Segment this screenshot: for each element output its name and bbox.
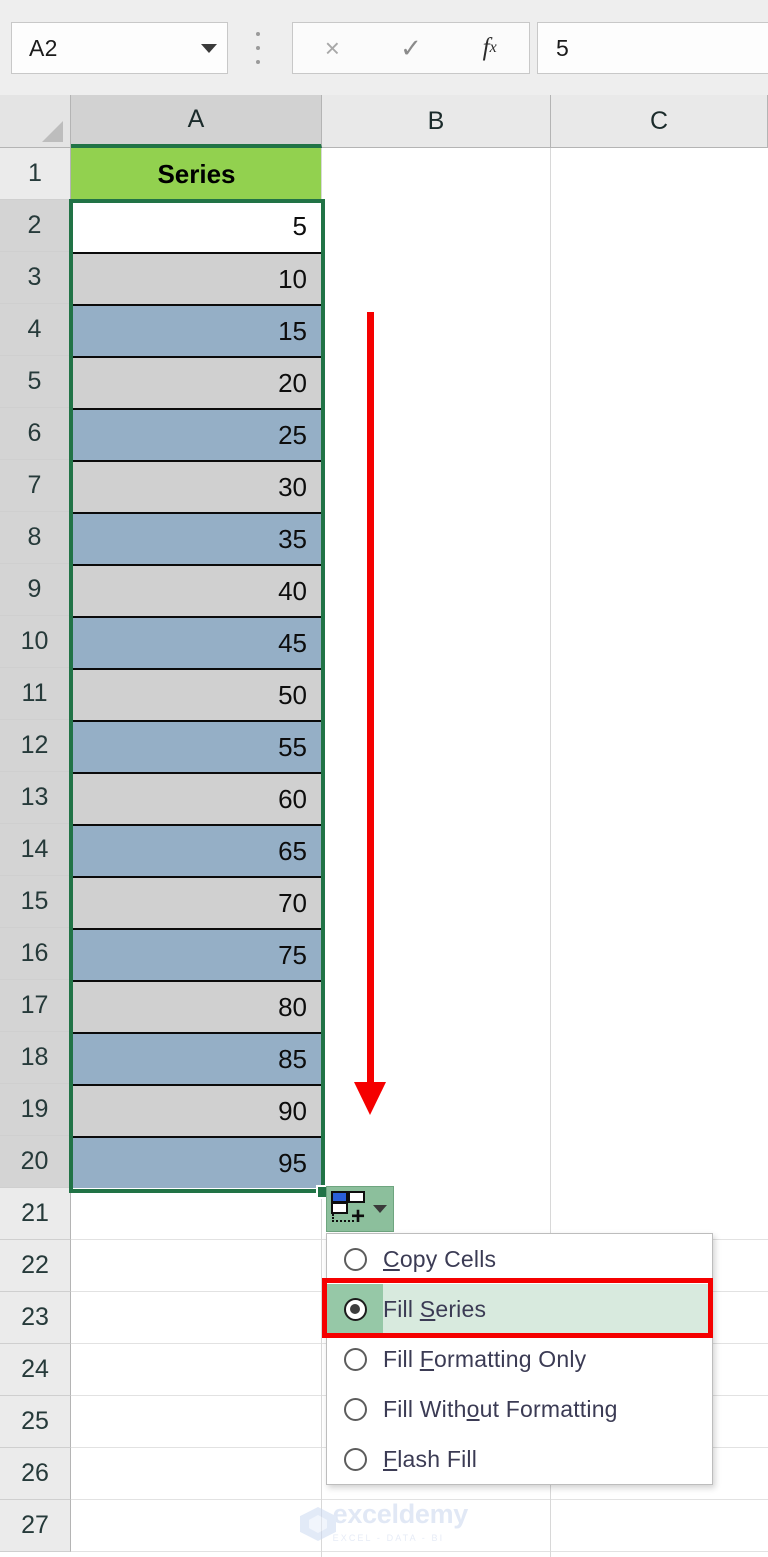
name-box-dropdown-icon[interactable]	[191, 43, 227, 53]
column-header-c[interactable]: C	[551, 95, 768, 148]
radio-gutter	[327, 1284, 383, 1334]
autofill-dropdown-icon[interactable]	[369, 1205, 391, 1213]
row-header-26[interactable]: 26	[0, 1448, 71, 1500]
cell-a10[interactable]: 45	[71, 616, 322, 668]
annotation-arrow-head	[354, 1082, 386, 1115]
name-box-value: A2	[29, 34, 58, 61]
menu-label-copy-cells: Copy Cells	[383, 1245, 497, 1272]
menu-label-fill-formatting-only: Fill Formatting Only	[383, 1345, 587, 1372]
row-header-21[interactable]: 21	[0, 1188, 71, 1240]
autofill-options-menu[interactable]: Copy Cells Fill Series Fill Formatting Onl…	[326, 1233, 713, 1485]
row-header-10[interactable]: 10	[0, 616, 71, 668]
cell-a3[interactable]: 10	[71, 252, 322, 304]
row-header-19[interactable]: 19	[0, 1084, 71, 1136]
cell-a17[interactable]: 80	[71, 980, 322, 1032]
menu-item-flash-fill[interactable]: Flash Fill	[327, 1434, 712, 1484]
chevron-down-icon	[201, 43, 217, 53]
row-header-27[interactable]: 27	[0, 1500, 71, 1552]
row-header-14[interactable]: 14	[0, 824, 71, 876]
column-header-b[interactable]: B	[322, 95, 551, 148]
menu-item-fill-series[interactable]: Fill Series	[327, 1284, 712, 1334]
row-header-7[interactable]: 7	[0, 460, 71, 512]
cell-a20[interactable]: 95	[71, 1136, 322, 1188]
menu-item-fill-formatting-only[interactable]: Fill Formatting Only	[327, 1334, 712, 1384]
formula-bar-strip: A2 × ✓ fx 5	[0, 0, 768, 95]
select-all-triangle-icon	[42, 121, 63, 142]
formula-action-buttons: × ✓ fx	[292, 22, 530, 74]
row-header-6[interactable]: 6	[0, 408, 71, 460]
menu-label-fill-series: Fill Series	[383, 1295, 487, 1322]
menu-label-flash-fill: Flash Fill	[383, 1445, 478, 1472]
radio-icon-fill-without-formatting[interactable]	[343, 1397, 367, 1421]
radio-gutter	[327, 1384, 383, 1434]
cell-a1-header[interactable]: Series	[71, 148, 322, 200]
cell-a16[interactable]: 75	[71, 928, 322, 980]
watermark-name: exceldemy	[332, 1498, 469, 1529]
radio-gutter	[327, 1334, 383, 1384]
cell-a19[interactable]: 90	[71, 1084, 322, 1136]
row-header-17[interactable]: 17	[0, 980, 71, 1032]
row-header-12[interactable]: 12	[0, 720, 71, 772]
row-header-24[interactable]: 24	[0, 1344, 71, 1396]
row-header-22[interactable]: 22	[0, 1240, 71, 1292]
cell-a15[interactable]: 70	[71, 876, 322, 928]
row-header-9[interactable]: 9	[0, 564, 71, 616]
column-header-a[interactable]: A	[71, 95, 322, 148]
radio-icon-fill-series[interactable]	[343, 1297, 367, 1321]
name-box[interactable]: A2	[11, 22, 228, 74]
chevron-down-icon	[373, 1205, 387, 1213]
gridline-row-27	[71, 1551, 768, 1552]
radio-gutter	[327, 1434, 383, 1484]
select-all-corner[interactable]	[0, 95, 71, 148]
radio-icon-flash-fill[interactable]	[343, 1447, 367, 1471]
row-header-16[interactable]: 16	[0, 928, 71, 980]
insert-function-icon[interactable]: fx	[450, 23, 529, 73]
excel-screenshot: A2 × ✓ fx 5 A B C 1 Series 2 5 3 10 4 15 5 20 6 25 7…	[0, 0, 768, 1557]
autofill-options-button[interactable]: +	[326, 1186, 394, 1232]
cell-a2[interactable]: 5	[71, 200, 322, 252]
cell-a6[interactable]: 25	[71, 408, 322, 460]
row-header-13[interactable]: 13	[0, 772, 71, 824]
cell-a9[interactable]: 40	[71, 564, 322, 616]
cell-a14[interactable]: 65	[71, 824, 322, 876]
row-header-20[interactable]: 20	[0, 1136, 71, 1188]
column-header-row: A B C	[0, 95, 768, 148]
cell-a8[interactable]: 35	[71, 512, 322, 564]
annotation-arrow-shaft	[367, 312, 374, 1092]
row-header-2[interactable]: 2	[0, 200, 71, 252]
exceldemy-logo-icon	[300, 1503, 336, 1543]
cell-a7[interactable]: 30	[71, 460, 322, 512]
cell-a18[interactable]: 85	[71, 1032, 322, 1084]
cell-a5[interactable]: 20	[71, 356, 322, 408]
cell-a12[interactable]: 55	[71, 720, 322, 772]
row-header-18[interactable]: 18	[0, 1032, 71, 1084]
row-header-8[interactable]: 8	[0, 512, 71, 564]
watermark-tagline: EXCEL - DATA - BI	[332, 1532, 445, 1543]
cell-a13[interactable]: 60	[71, 772, 322, 824]
row-header-11[interactable]: 11	[0, 668, 71, 720]
watermark: exceldemy EXCEL - DATA - BI	[300, 1498, 500, 1548]
row-header-5[interactable]: 5	[0, 356, 71, 408]
menu-item-copy-cells[interactable]: Copy Cells	[327, 1234, 712, 1284]
cell-a11[interactable]: 50	[71, 668, 322, 720]
row-header-23[interactable]: 23	[0, 1292, 71, 1344]
row-header-25[interactable]: 25	[0, 1396, 71, 1448]
gridline-col-a-right	[321, 148, 322, 1557]
formula-bar-grip[interactable]	[255, 32, 261, 64]
autofill-options-icon: +	[329, 1189, 369, 1229]
row-header-1[interactable]: 1	[0, 148, 71, 200]
cancel-icon[interactable]: ×	[293, 23, 372, 73]
cell-a4[interactable]: 15	[71, 304, 322, 356]
formula-input[interactable]: 5	[537, 22, 768, 74]
row-header-3[interactable]: 3	[0, 252, 71, 304]
row-header-4[interactable]: 4	[0, 304, 71, 356]
enter-icon[interactable]: ✓	[372, 23, 451, 73]
row-header-15[interactable]: 15	[0, 876, 71, 928]
menu-item-fill-without-formatting[interactable]: Fill Without Formatting	[327, 1384, 712, 1434]
menu-label-fill-without-formatting: Fill Without Formatting	[383, 1395, 618, 1422]
radio-icon-copy-cells[interactable]	[343, 1247, 367, 1271]
radio-gutter	[327, 1234, 383, 1284]
radio-icon-fill-formatting-only[interactable]	[343, 1347, 367, 1371]
